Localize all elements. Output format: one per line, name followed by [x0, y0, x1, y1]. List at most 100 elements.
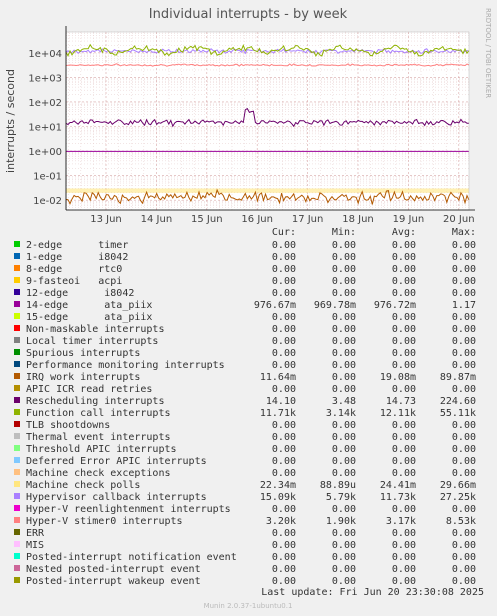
legend-min-value: 0.00 — [332, 288, 356, 299]
legend-series-name: IRQ work interrupts — [26, 372, 140, 383]
chart-title: Individual interrupts - by week — [149, 7, 348, 22]
legend-series-name: 12-edge i8042 — [26, 288, 134, 299]
legend-series-name: Non-maskable interrupts — [26, 324, 164, 335]
legend-series-name: 15-edge ata_piix — [26, 312, 152, 323]
table-header-avg: Avg: — [392, 227, 416, 238]
legend-series-name: Hyper-V stimer0 interrupts — [26, 516, 183, 527]
legend-max-value: 0.00 — [452, 360, 476, 371]
legend-swatch — [14, 517, 20, 523]
legend-cur-value: 0.00 — [272, 468, 296, 479]
legend-series-name: 1-edge i8042 — [26, 252, 128, 263]
legend-max-value: 29.66m — [440, 480, 476, 491]
legend-swatch — [14, 469, 20, 475]
legend-max-value: 0.00 — [452, 384, 476, 395]
legend-swatch — [14, 457, 20, 463]
legend-cur-value: 0.00 — [272, 504, 296, 515]
legend-swatch — [14, 421, 20, 427]
x-tick-label: 18 Jun — [342, 214, 374, 225]
legend-avg-value: 0.00 — [392, 240, 416, 251]
legend-swatch — [14, 337, 20, 343]
y-tick-label: 1e-01 — [33, 172, 62, 183]
legend-avg-value: 0.00 — [392, 264, 416, 275]
legend-swatch — [14, 541, 20, 547]
x-tick-label: 15 Jun — [191, 214, 223, 225]
legend-swatch — [14, 553, 20, 559]
table-header-cur: Cur: — [272, 227, 296, 238]
legend-max-value: 0.00 — [452, 432, 476, 443]
munin-interrupts-chart: Individual interrupts - by week RRDTOOL /… — [0, 0, 497, 616]
legend-cur-value: 22.34m — [260, 480, 296, 491]
legend-min-value: 88.89u — [320, 480, 356, 491]
series-band-machine-check-polls — [66, 188, 469, 193]
y-tick-label: 1e-02 — [33, 196, 62, 207]
legend-max-value: 0.00 — [452, 336, 476, 347]
x-tick-label: 14 Jun — [141, 214, 173, 225]
legend-min-value: 3.48 — [332, 396, 356, 407]
legend-cur-value: 0.00 — [272, 264, 296, 275]
legend-series-name: Nested posted-interrupt event — [26, 564, 201, 575]
legend-cur-value: 11.64m — [260, 372, 296, 383]
legend-avg-value: 0.00 — [392, 348, 416, 359]
legend-cur-value: 0.00 — [272, 276, 296, 287]
legend-min-value: 0.00 — [332, 528, 356, 539]
legend-cur-value: 0.00 — [272, 444, 296, 455]
legend-cur-value: 3.20k — [266, 516, 296, 527]
y-tick-label: 1e+04 — [28, 49, 62, 60]
legend-min-value: 3.14k — [326, 408, 356, 419]
legend-series-name: 8-edge rtc0 — [26, 264, 122, 275]
legend-max-value: 1.17 — [452, 300, 476, 311]
legend-swatch — [14, 289, 20, 295]
legend-avg-value: 0.00 — [392, 276, 416, 287]
legend-max-value: 0.00 — [452, 324, 476, 335]
legend-avg-value: 14.73 — [386, 396, 416, 407]
legend-min-value: 1.90k — [326, 516, 356, 527]
legend-max-value: 0.00 — [452, 348, 476, 359]
legend-avg-value: 976.72m — [374, 300, 416, 311]
legend-series-name: APIC ICR read retries — [26, 384, 152, 395]
legend-min-value: 5.79k — [326, 492, 356, 503]
legend-swatch — [14, 577, 20, 583]
y-tick-label: 1e+01 — [28, 122, 62, 133]
legend-min-value: 969.78m — [314, 300, 356, 311]
legend-series-name: 14-edge ata_piix — [26, 300, 152, 311]
legend-cur-value: 0.00 — [272, 432, 296, 443]
legend-swatch — [14, 505, 20, 511]
legend-cur-value: 0.00 — [272, 336, 296, 347]
legend-min-value: 0.00 — [332, 552, 356, 563]
legend-min-value: 0.00 — [332, 384, 356, 395]
legend-avg-value: 0.00 — [392, 312, 416, 323]
legend-swatch — [14, 481, 20, 487]
legend-max-value: 89.87m — [440, 372, 476, 383]
legend-cur-value: 15.09k — [260, 492, 296, 503]
legend-avg-value: 24.41m — [380, 480, 416, 491]
legend-swatch — [14, 325, 20, 331]
legend-avg-value: 0.00 — [392, 564, 416, 575]
legend-max-value: 8.53k — [446, 516, 476, 527]
legend-series-name: Performance monitoring interrupts — [26, 360, 225, 371]
last-update: Last update: Fri Jun 20 23:30:08 2025 — [261, 587, 484, 598]
legend-swatch — [14, 361, 20, 367]
legend-avg-value: 0.00 — [392, 528, 416, 539]
legend-series-name: Threshold APIC interrupts — [26, 444, 177, 455]
legend-max-value: 0.00 — [452, 468, 476, 479]
legend-avg-value: 0.00 — [392, 252, 416, 263]
legend-min-value: 0.00 — [332, 564, 356, 575]
legend-swatch — [14, 373, 20, 379]
legend-cur-value: 0.00 — [272, 240, 296, 251]
legend-max-value: 0.00 — [452, 276, 476, 287]
legend-avg-value: 19.08m — [380, 372, 416, 383]
legend-max-value: 55.11k — [440, 408, 476, 419]
legend-cur-value: 976.67m — [254, 300, 296, 311]
legend-series-name: TLB shootdowns — [26, 420, 110, 431]
legend-avg-value: 0.00 — [392, 384, 416, 395]
legend-min-value: 0.00 — [332, 336, 356, 347]
legend-min-value: 0.00 — [332, 504, 356, 515]
legend-cur-value: 0.00 — [272, 576, 296, 587]
legend-min-value: 0.00 — [332, 420, 356, 431]
legend-cur-value: 0.00 — [272, 540, 296, 551]
legend-min-value: 0.00 — [332, 576, 356, 587]
legend-min-value: 0.00 — [332, 252, 356, 263]
legend-series-name: Function call interrupts — [26, 408, 171, 419]
legend-series-name: Machine check exceptions — [26, 468, 171, 479]
legend-series-name: Thermal event interrupts — [26, 432, 171, 443]
